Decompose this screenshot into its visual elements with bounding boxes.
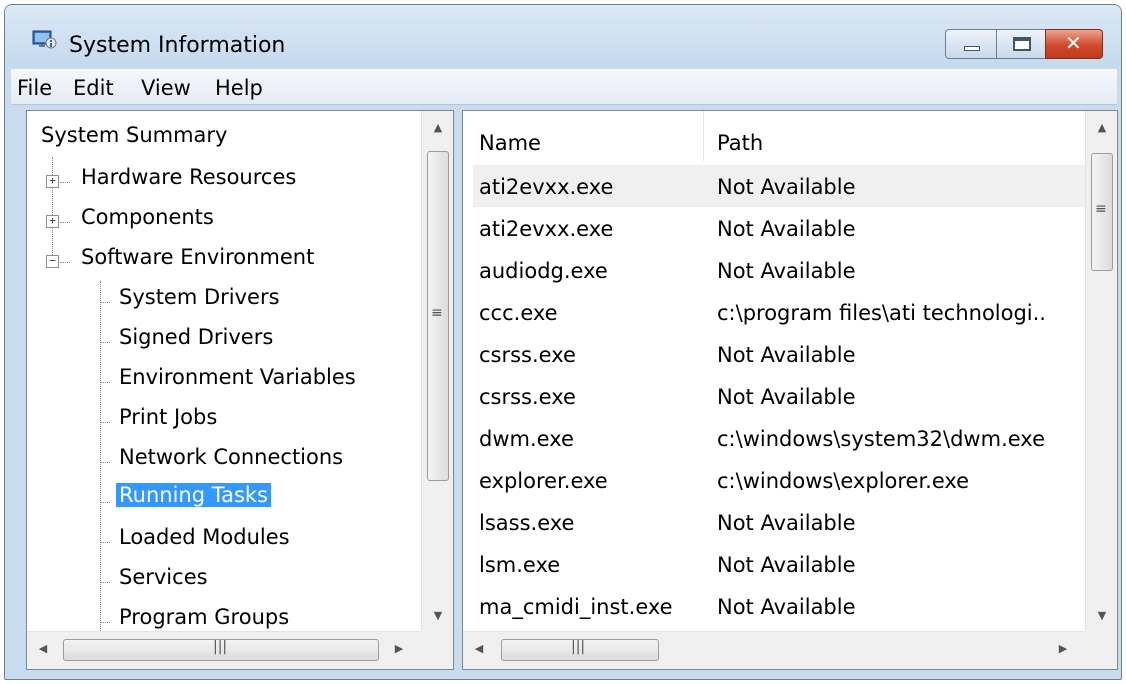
scrollbar-corner: [421, 631, 453, 669]
scroll-left-arrow-icon[interactable]: ◀: [469, 642, 489, 655]
table-row[interactable]: csrss.exe Not Available: [473, 333, 1085, 375]
table-row[interactable]: lsm.exe Not Available: [473, 543, 1085, 585]
cell-path: Not Available: [717, 175, 856, 199]
cell-name: ati2evxx.exe: [479, 217, 614, 241]
table-row[interactable]: audiodg.exe Not Available: [473, 249, 1085, 291]
cell-path: Not Available: [717, 595, 856, 619]
tree-item-services[interactable]: Services: [119, 565, 208, 589]
table-row[interactable]: csrss.exe Not Available: [473, 375, 1085, 417]
cell-name: lsm.exe: [479, 553, 561, 577]
list-vertical-scrollbar[interactable]: ▲ ≡ ▼: [1085, 111, 1117, 631]
cell-name: dwm.exe: [479, 427, 574, 451]
cell-path: Not Available: [717, 217, 856, 241]
tree-connector: [100, 382, 110, 383]
tree-item-running-tasks[interactable]: Running Tasks: [116, 483, 271, 507]
tree-item-system-summary[interactable]: System Summary: [41, 123, 227, 147]
scroll-down-arrow-icon[interactable]: ▼: [1092, 609, 1112, 622]
table-row[interactable]: ccc.exe c:\program files\ati technologi.…: [473, 291, 1085, 333]
scroll-right-arrow-icon[interactable]: ▶: [389, 642, 409, 655]
close-button[interactable]: ✕: [1045, 29, 1103, 59]
tree-connector: [100, 582, 110, 583]
tree-horizontal-scrollbar[interactable]: ◀ ||| ▶: [27, 631, 421, 669]
cell-name: lsass.exe: [479, 511, 575, 535]
cell-path: Not Available: [717, 259, 856, 283]
table-row[interactable]: dwm.exe c:\windows\system32\dwm.exe: [473, 417, 1085, 459]
cell-path: Not Available: [717, 385, 856, 409]
cell-name: csrss.exe: [479, 343, 576, 367]
details-list[interactable]: Name Path ati2evxx.exe Not Available ati…: [462, 110, 1118, 670]
menu-edit[interactable]: Edit: [73, 76, 114, 100]
tree-connector: [60, 262, 70, 263]
system-information-icon: [32, 30, 57, 49]
tree-item-print-jobs[interactable]: Print Jobs: [119, 405, 217, 429]
tree-connector: [100, 422, 110, 423]
column-header-path[interactable]: Path: [703, 111, 1083, 161]
cell-path: c:\program files\ati technologi..: [717, 301, 1046, 325]
maximize-icon: [1013, 37, 1031, 51]
column-header-name[interactable]: Name: [463, 111, 703, 161]
cell-name: explorer.exe: [479, 469, 608, 493]
cell-path: Not Available: [717, 553, 856, 577]
cell-name: ati2evxx.exe: [479, 175, 614, 199]
minimize-button[interactable]: [945, 29, 997, 59]
tree-connector: [60, 182, 70, 183]
tree-item-network-connections[interactable]: Network Connections: [119, 445, 343, 469]
menu-help[interactable]: Help: [215, 76, 263, 100]
cell-path: Not Available: [717, 511, 856, 535]
tree-connector: [100, 462, 110, 463]
close-icon: ✕: [1065, 31, 1082, 55]
tree-connector: [100, 622, 110, 623]
scroll-up-arrow-icon[interactable]: ▲: [1092, 121, 1112, 134]
maximize-button[interactable]: [996, 29, 1046, 59]
cell-name: ma_cmidi_inst.exe: [479, 595, 673, 619]
list-horizontal-scrollbar[interactable]: ◀ ||| ▶: [463, 631, 1085, 669]
table-row[interactable]: lsass.exe Not Available: [473, 501, 1085, 543]
tree-item-components[interactable]: Components: [81, 205, 214, 229]
title-bar[interactable]: System Information ✕: [5, 5, 1121, 67]
category-tree[interactable]: System Summary + Hardware Resources + Co…: [26, 110, 454, 670]
cell-path: c:\windows\explorer.exe: [717, 469, 970, 493]
tree-item-loaded-modules[interactable]: Loaded Modules: [119, 525, 290, 549]
tree-connector: [100, 342, 110, 343]
menu-bar: File Edit View Help: [11, 69, 1117, 105]
cell-path: c:\windows\system32\dwm.exe: [717, 427, 1045, 451]
cell-path: Not Available: [717, 343, 856, 367]
minimize-icon: [964, 46, 980, 51]
tree-item-signed-drivers[interactable]: Signed Drivers: [119, 325, 273, 349]
collapse-icon[interactable]: −: [46, 255, 59, 268]
menu-view[interactable]: View: [141, 76, 191, 100]
cell-name: audiodg.exe: [479, 259, 608, 283]
cell-name: csrss.exe: [479, 385, 576, 409]
grip-icon: ≡: [431, 305, 443, 321]
scroll-left-arrow-icon[interactable]: ◀: [33, 642, 53, 655]
table-row[interactable]: ma_cmidi_inst.exe Not Available: [473, 585, 1085, 627]
table-row[interactable]: ati2evxx.exe Not Available: [473, 207, 1085, 249]
tree-item-system-drivers[interactable]: System Drivers: [119, 285, 280, 309]
expand-icon[interactable]: +: [46, 215, 59, 228]
tree-item-hardware-resources[interactable]: Hardware Resources: [81, 165, 296, 189]
tree-vertical-scrollbar[interactable]: ▲ ≡ ▼: [421, 111, 453, 631]
scroll-down-arrow-icon[interactable]: ▼: [428, 609, 448, 622]
table-row[interactable]: ati2evxx.exe Not Available: [473, 165, 1085, 207]
tree-item-software-environment[interactable]: Software Environment: [81, 245, 314, 269]
expand-icon[interactable]: +: [46, 175, 59, 188]
cell-name: ccc.exe: [479, 301, 558, 325]
scrollbar-corner: [1085, 631, 1117, 669]
grip-icon: |||: [571, 639, 586, 655]
table-row[interactable]: explorer.exe c:\windows\explorer.exe: [473, 459, 1085, 501]
tree-connector: [100, 502, 110, 503]
tree-connector: [100, 302, 110, 303]
tree-connector: [100, 542, 110, 543]
menu-file[interactable]: File: [17, 76, 52, 100]
tree-item-environment-variables[interactable]: Environment Variables: [119, 365, 356, 389]
tree-connector: [100, 281, 101, 661]
scroll-up-arrow-icon[interactable]: ▲: [428, 121, 448, 134]
scroll-right-arrow-icon[interactable]: ▶: [1053, 642, 1073, 655]
window-title: System Information: [69, 33, 286, 58]
grip-icon: |||: [213, 639, 228, 655]
tree-item-program-groups[interactable]: Program Groups: [119, 605, 289, 629]
tree-connector: [60, 222, 70, 223]
grip-icon: ≡: [1095, 201, 1107, 217]
